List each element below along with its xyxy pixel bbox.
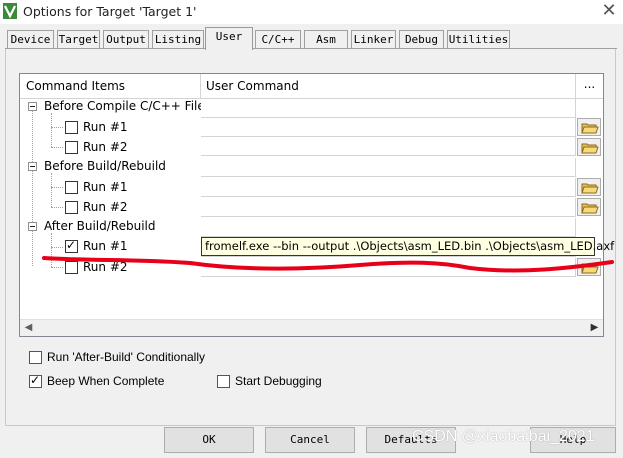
red-annotation-underline — [42, 256, 614, 273]
watermark-text: CSDN @xiaobaibai_2021 — [412, 428, 595, 445]
